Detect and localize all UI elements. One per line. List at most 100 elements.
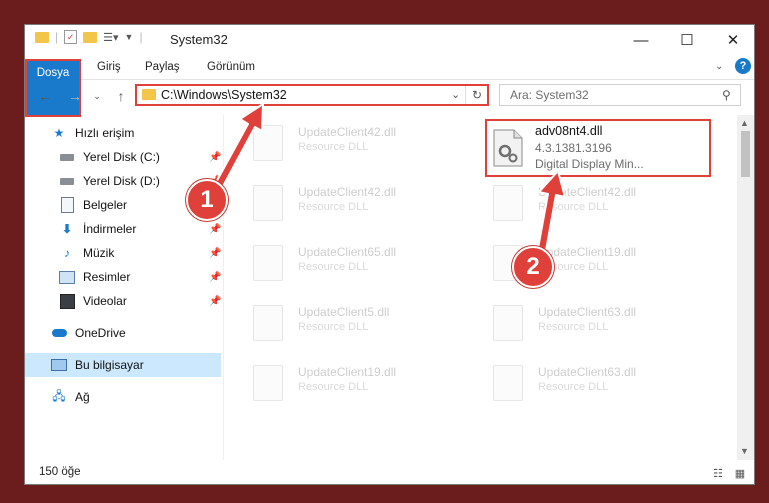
title-bar: | ✓ ☰▾ ▼ | System32 — ☐ ✕ xyxy=(25,25,754,55)
address-bar[interactable]: C:\Windows\System32 ⌄ ↻ xyxy=(135,84,489,106)
details-view-icon[interactable]: ☷ xyxy=(709,465,727,481)
file-name: UpdateClient42.dll xyxy=(298,125,397,139)
dll-file-icon xyxy=(253,185,283,221)
pin-icon[interactable]: 📌 xyxy=(209,224,221,235)
item-count: 150 öğe xyxy=(39,466,81,478)
sidebar-item-label: Belgeler xyxy=(83,198,128,212)
file-description: Digital Display Min... xyxy=(535,157,644,171)
back-arrow-icon[interactable]: ← xyxy=(35,80,55,112)
address-dropdown-icon[interactable]: ⌄ xyxy=(451,88,460,101)
file-type: Resource DLL xyxy=(298,321,369,333)
dll-file-icon xyxy=(493,185,523,221)
sidebar-item-music[interactable]: ♪ Müzik 📌 xyxy=(25,241,221,265)
list-item[interactable]: UpdateClient63.dll Resource DLL xyxy=(493,303,693,349)
file-type: Resource DLL xyxy=(298,141,369,153)
sidebar-item-label: İndirmeler xyxy=(83,222,137,236)
close-button[interactable]: ✕ xyxy=(710,25,754,55)
folder-icon xyxy=(142,89,156,100)
sidebar-item-label: Yerel Disk (C:) xyxy=(83,150,160,164)
list-item[interactable]: UpdateClient42.dll Resource DLL xyxy=(493,183,693,229)
scrollbar-thumb[interactable] xyxy=(741,131,750,177)
scroll-up-icon[interactable]: ▲ xyxy=(740,118,749,128)
minimize-button[interactable]: — xyxy=(618,25,664,55)
list-item[interactable]: UpdateClient42.dll Resource DLL xyxy=(253,123,453,169)
help-icon[interactable]: ? xyxy=(735,58,751,74)
sidebar-item-pictures[interactable]: Resimler 📌 xyxy=(25,265,221,289)
file-type: Resource DLL xyxy=(538,201,609,213)
tab-view[interactable]: Görünüm xyxy=(197,55,265,79)
pin-icon[interactable]: 📌 xyxy=(209,248,221,259)
new-folder-icon[interactable] xyxy=(83,31,98,43)
pin-icon[interactable]: 📌 xyxy=(209,296,221,307)
highlighted-file-item[interactable]: adv08nt4.dll 4.3.1381.3196 Digital Displ… xyxy=(485,119,711,177)
file-name: UpdateClient63.dll xyxy=(538,365,637,379)
pin-icon[interactable]: 📌 xyxy=(209,152,221,163)
tab-share[interactable]: Paylaş xyxy=(135,55,190,79)
sidebar-item-videos[interactable]: Videolar 📌 xyxy=(25,289,221,313)
sidebar-item-network[interactable]: 🖧 Ağ xyxy=(25,385,221,409)
sidebar-item-onedrive[interactable]: OneDrive xyxy=(25,321,221,345)
document-icon xyxy=(59,197,75,213)
pin-icon[interactable]: 📌 xyxy=(209,272,221,283)
file-name: UpdateClient19.dll xyxy=(298,365,397,379)
folder-icon xyxy=(35,31,49,43)
sidebar-item-quick-access[interactable]: ★ Hızlı erişim xyxy=(25,121,221,145)
sidebar-item-label: Müzik xyxy=(83,246,115,260)
file-name: UpdateClient63.dll xyxy=(538,305,637,319)
file-name: UpdateClient19.dll xyxy=(538,245,637,259)
properties-icon[interactable]: ✓ xyxy=(64,30,78,44)
sidebar-item-label: Bu bilgisayar xyxy=(75,358,144,372)
sidebar-item-label: Resimler xyxy=(83,270,131,284)
customize-toolbar-icon[interactable]: ▼ xyxy=(125,32,134,42)
ribbon-tabs: Dosya Giriş Paylaş Görünüm ⌄ ? xyxy=(25,55,754,117)
large-icons-view-icon[interactable]: ▦ xyxy=(731,465,749,481)
scroll-down-icon[interactable]: ▼ xyxy=(740,446,749,456)
sidebar-item-this-pc[interactable]: Bu bilgisayar xyxy=(25,353,221,377)
search-icon[interactable]: ⚲ xyxy=(722,88,731,102)
drive-icon xyxy=(59,149,75,165)
video-icon xyxy=(59,293,75,309)
forward-arrow-icon[interactable]: → xyxy=(65,80,85,112)
list-item[interactable]: UpdateClient5.dll Resource DLL xyxy=(253,303,453,349)
drive-icon xyxy=(59,173,75,189)
address-path: C:\Windows\System32 xyxy=(161,88,287,102)
list-item[interactable]: UpdateClient19.dll Resource DLL xyxy=(253,363,453,409)
status-bar: 150 öğe ☷ ▦ xyxy=(25,461,754,484)
file-name: UpdateClient42.dll xyxy=(298,185,397,199)
up-arrow-icon[interactable]: ↑ xyxy=(111,80,131,112)
vertical-scrollbar[interactable]: ▲ ▼ xyxy=(737,115,754,460)
list-item[interactable]: UpdateClient63.dll Resource DLL xyxy=(493,363,693,409)
file-type: Resource DLL xyxy=(298,381,369,393)
sidebar-item-label: Videolar xyxy=(83,294,127,308)
ribbon-expand-icon[interactable]: ⌄ xyxy=(715,61,723,72)
star-icon: ★ xyxy=(53,126,65,140)
file-name: adv08nt4.dll xyxy=(535,124,603,138)
refresh-icon[interactable]: ↻ xyxy=(465,86,488,104)
sidebar-item-label: Hızlı erişim xyxy=(75,126,135,140)
tab-home[interactable]: Giriş xyxy=(87,55,131,79)
recent-locations-icon[interactable]: ⌄ xyxy=(91,80,103,112)
step-badge-1: 1 xyxy=(186,179,228,221)
music-icon: ♪ xyxy=(64,246,70,260)
list-item[interactable]: UpdateClient65.dll Resource DLL xyxy=(253,243,453,289)
sidebar-item-downloads[interactable]: ⬇ İndirmeler 📌 xyxy=(25,217,221,241)
navigation-bar: ← → ⌄ ↑ C:\Windows\System32 ⌄ ↻ Ara: Sys… xyxy=(25,80,754,112)
list-item[interactable]: UpdateClient42.dll Resource DLL xyxy=(253,183,453,229)
file-type: Resource DLL xyxy=(538,381,609,393)
dll-file-icon xyxy=(253,245,283,281)
window-title: System32 xyxy=(170,32,228,47)
dll-file-icon xyxy=(493,365,523,401)
dll-file-icon xyxy=(253,365,283,401)
quick-access-toolbar: | ✓ ☰▾ ▼ | xyxy=(35,30,143,44)
cloud-icon xyxy=(51,325,67,341)
view-menu-icon[interactable]: ☰▾ xyxy=(103,31,118,44)
dll-file-icon xyxy=(253,305,283,341)
search-box[interactable]: Ara: System32 ⚲ xyxy=(499,84,741,106)
search-input[interactable]: Ara: System32 xyxy=(510,88,589,102)
download-icon: ⬇ xyxy=(61,222,73,236)
dll-file-icon xyxy=(253,125,283,161)
maximize-button[interactable]: ☐ xyxy=(664,25,710,55)
file-version: 4.3.1381.3196 xyxy=(535,141,612,155)
sidebar-item-label: Yerel Disk (D:) xyxy=(83,174,160,188)
sidebar-item-drive-c[interactable]: Yerel Disk (C:) 📌 xyxy=(25,145,221,169)
